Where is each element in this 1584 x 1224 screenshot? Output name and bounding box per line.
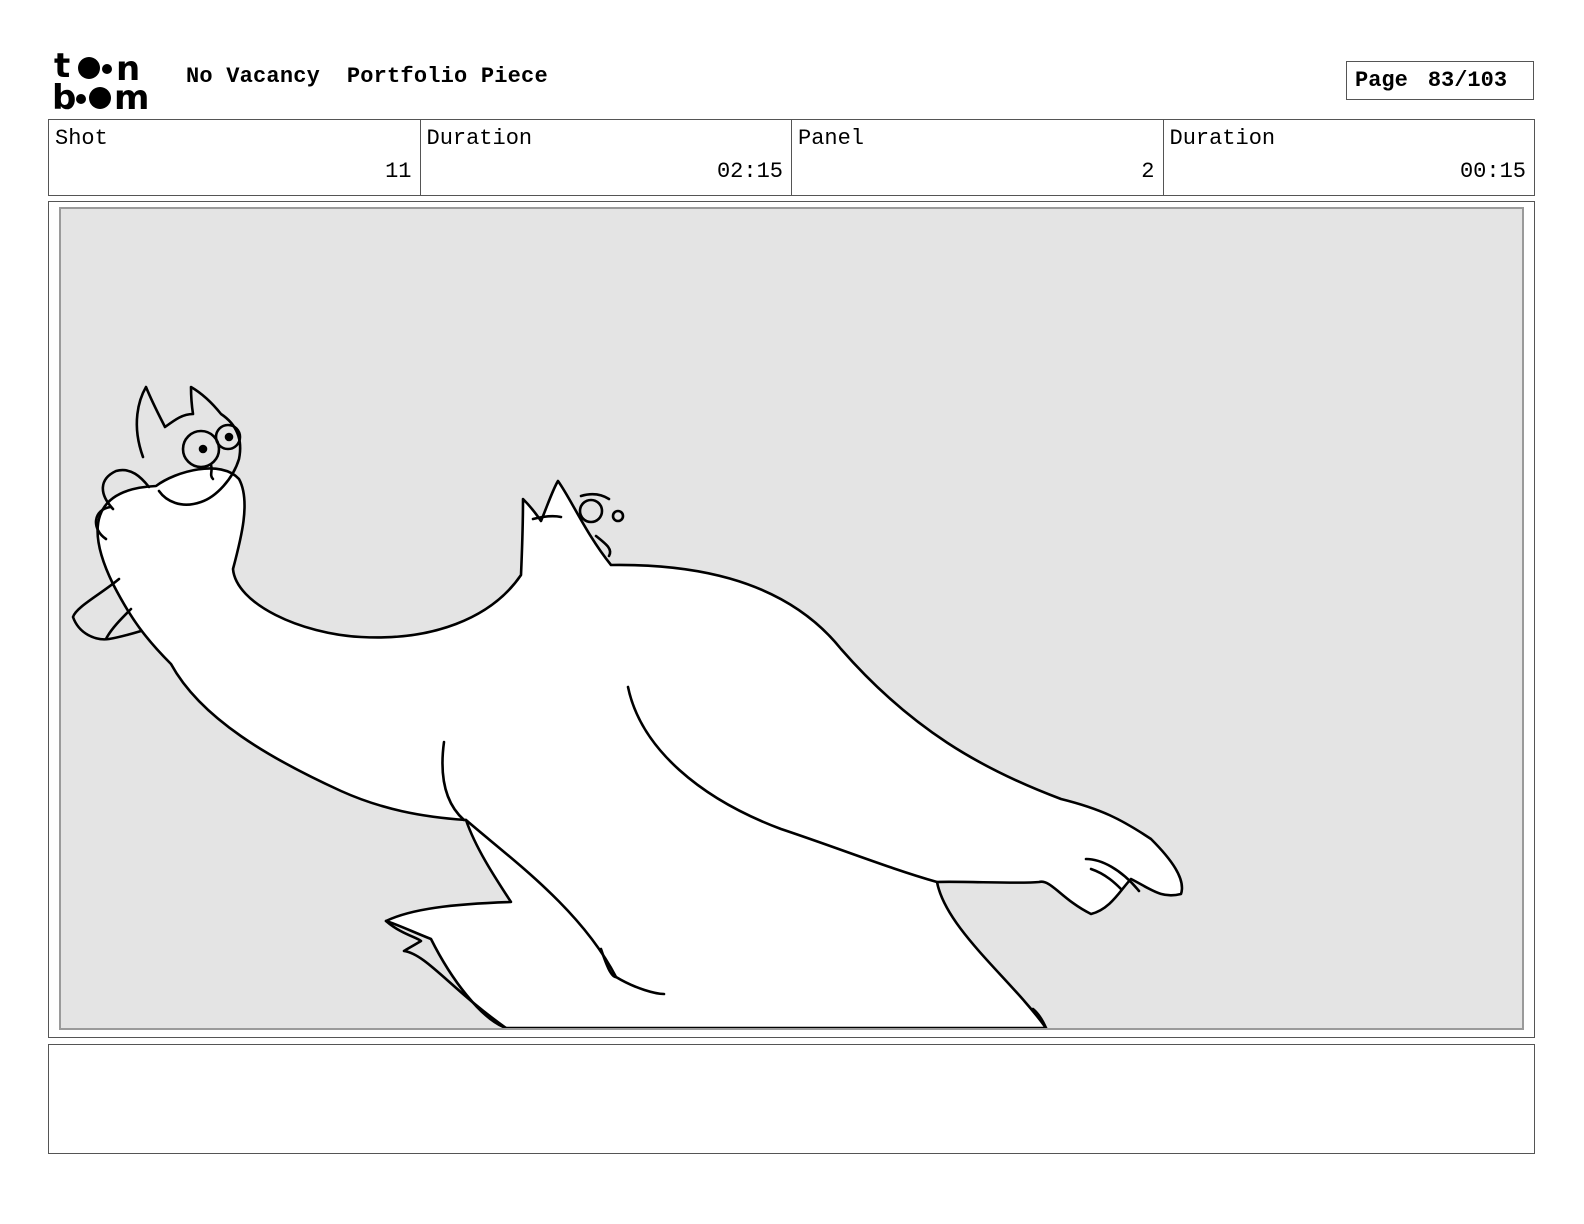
shot-cell: Shot 11: [49, 120, 420, 195]
shot-info-row: Shot 11 Duration 02:15 Panel 2 Duration …: [48, 119, 1535, 196]
svg-text:m: m: [114, 78, 149, 112]
panel-duration-cell: Duration 00:15: [1162, 120, 1535, 195]
page-number: 83/103: [1427, 68, 1508, 93]
shot-duration-cell: Duration 02:15: [419, 120, 792, 195]
creature-body: [96, 467, 1184, 1028]
panel-duration-label: Duration: [1169, 126, 1276, 151]
cat-sketch: [71, 385, 1184, 1028]
panel-duration-value: 00:15: [1459, 159, 1526, 184]
shot-label: Shot: [55, 126, 108, 151]
panel-label: Panel: [798, 126, 865, 151]
page-label: Page: [1355, 68, 1408, 93]
panel-value: 2: [1141, 159, 1155, 184]
toon-boom-logo: t n b m: [52, 46, 164, 118]
panel-notes: [48, 1044, 1535, 1154]
shot-duration-value: 02:15: [716, 159, 783, 184]
shot-duration-label: Duration: [426, 126, 533, 151]
project-title: No Vacancy Portfolio Piece: [186, 64, 548, 89]
storyboard-panel-drawing: [59, 207, 1524, 1030]
page-indicator: Page 83/103: [1346, 61, 1534, 100]
svg-text:b: b: [52, 78, 76, 112]
panel-cell: Panel 2: [791, 120, 1163, 195]
big-cat-eye: [578, 498, 604, 524]
shot-value: 11: [385, 159, 412, 184]
